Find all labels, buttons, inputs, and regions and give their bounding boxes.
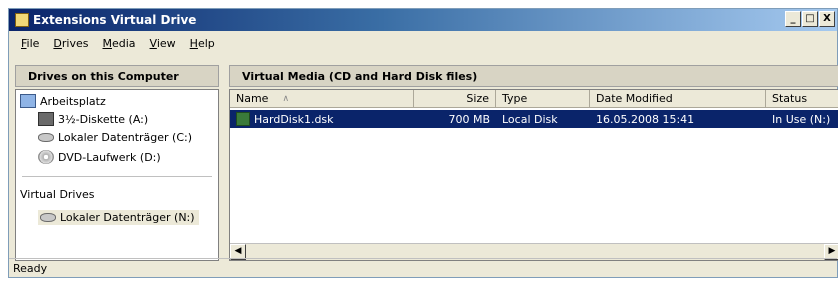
column-header-name[interactable]: Name ∧ <box>230 90 414 108</box>
window-controls: _ □ X <box>785 11 835 27</box>
column-header-size[interactable]: Size <box>414 90 496 108</box>
menu-drives[interactable]: Drives <box>53 37 98 50</box>
column-header-status[interactable]: Status <box>766 90 838 108</box>
floppy-icon <box>38 112 54 126</box>
tree-item-label: Arbeitsplatz <box>40 94 106 108</box>
menu-help[interactable]: Help <box>190 37 225 50</box>
drives-panel-header: Drives on this Computer <box>15 65 219 87</box>
media-list: Name ∧ Size Type Date Modified Status Ha… <box>229 89 838 261</box>
hard-drive-icon <box>40 213 56 222</box>
menu-file[interactable]: File <box>21 37 49 50</box>
window-title: Extensions Virtual Drive <box>33 13 197 27</box>
media-panel-header: Virtual Media (CD and Hard Disk files) <box>229 65 838 87</box>
cell-name: HardDisk1.dsk <box>236 110 334 128</box>
status-bar: Ready <box>9 258 837 277</box>
tree-item-computer[interactable]: Arbeitsplatz <box>20 94 106 108</box>
computer-icon <box>20 94 36 108</box>
drives-tree[interactable]: Arbeitsplatz 3½-Diskette (A:) Lokaler Da… <box>15 89 219 261</box>
column-header-date[interactable]: Date Modified <box>590 90 766 108</box>
menu-bar: File Drives Media View Help <box>9 33 837 53</box>
title-bar[interactable]: Extensions Virtual Drive _ □ X <box>9 9 837 31</box>
dvd-icon <box>38 150 54 164</box>
sort-arrow-icon: ∧ <box>282 93 290 104</box>
tree-item-label: DVD-Laufwerk (D:) <box>58 150 161 164</box>
tree-item-drive-c[interactable]: Lokaler Datenträger (C:) <box>38 131 192 144</box>
app-window: Extensions Virtual Drive _ □ X File Driv… <box>8 8 838 278</box>
cell-type: Local Disk <box>502 112 558 126</box>
tree-item-floppy[interactable]: 3½-Diskette (A:) <box>38 112 148 126</box>
tree-item-dvd[interactable]: DVD-Laufwerk (D:) <box>38 150 161 164</box>
file-name: HardDisk1.dsk <box>254 112 334 126</box>
app-icon <box>15 13 29 27</box>
hard-drive-icon <box>38 133 54 142</box>
close-button[interactable]: X <box>819 11 835 27</box>
tree-item-label: Lokaler Datenträger (C:) <box>58 131 193 144</box>
cell-size: 700 MB <box>448 112 490 126</box>
cell-date-modified: 16.05.2008 15:41 <box>596 112 695 126</box>
menu-view[interactable]: View <box>150 37 186 50</box>
disk-image-icon <box>236 112 250 126</box>
table-row[interactable]: HardDisk1.dsk 700 MB Local Disk 16.05.20… <box>230 110 838 128</box>
column-label: Name <box>236 92 269 105</box>
tree-item-label: 3½-Diskette (A:) <box>58 112 149 126</box>
tree-divider <box>22 176 212 177</box>
cell-status: In Use (N:) <box>772 112 831 126</box>
column-header-type[interactable]: Type <box>496 90 590 108</box>
minimize-button[interactable]: _ <box>785 11 801 27</box>
maximize-button[interactable]: □ <box>802 11 818 27</box>
virtual-drives-label: Virtual Drives <box>20 188 95 201</box>
status-text: Ready <box>13 261 48 275</box>
tree-item-label: Lokaler Datenträger (N:) <box>60 211 195 224</box>
tree-item-virtual-drive-n[interactable]: Lokaler Datenträger (N:) <box>38 210 199 225</box>
menu-media[interactable]: Media <box>103 37 146 50</box>
